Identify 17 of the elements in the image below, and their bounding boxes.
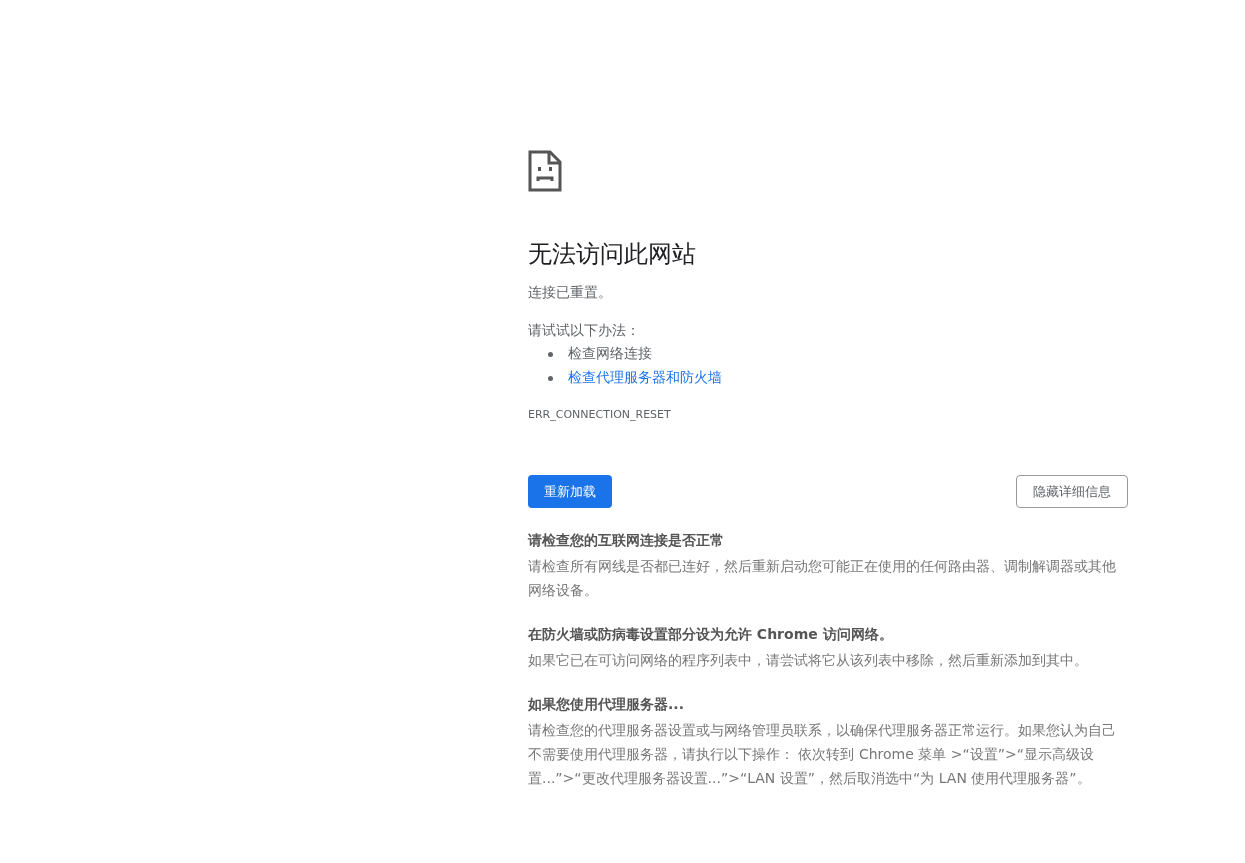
detail-heading: 如果您使用代理服务器... <box>528 695 685 714</box>
error-code: ERR_CONNECTION_RESET <box>528 408 672 421</box>
error-title: 无法访问此网站 <box>528 239 697 270</box>
detail-text: 请检查所有网线是否都已连好，然后重新启动您可能正在使用的任何路由器、调制解调器或其他网络设备。 <box>528 557 1117 600</box>
reload-button[interactable]: 重新加载 <box>528 475 612 508</box>
detail-heading: 请检查您的互联网连接是否正常 <box>528 531 725 550</box>
bullet-icon <box>548 375 553 381</box>
bullet-icon <box>548 351 553 357</box>
detail-text: 如果它已在可访问网络的程序列表中，请尝试将它从该列表中移除，然后重新添加到其中。 <box>528 651 1089 670</box>
suggestions-heading: 请试试以下办法： <box>528 321 641 340</box>
suggestion-text: 检查网络连接 <box>568 345 652 363</box>
error-message: 连接已重置。 <box>528 283 613 302</box>
suggestion-link[interactable]: 检查代理服务器和防火墙 <box>568 369 722 387</box>
detail-heading: 在防火墙或防病毒设置部分设为允许 Chrome 访问网络。 <box>528 625 894 644</box>
detail-text: 请检查您的代理服务器设置或与网络管理员联系，以确保代理服务器正常运行。如果您认为自己不需要使用代理服务器，请执行以下操作： 依次转到 Chrome 菜单 >“设置”>“显示高级设置...”>“更改代理服务器设置...”>“LAN 设置”，然后取消选中“为 LAN 使用代理服务器”。 <box>528 721 1117 788</box>
hide-details-button[interactable]: 隐藏详细信息 <box>1016 475 1128 508</box>
sad-page-icon <box>528 150 562 192</box>
